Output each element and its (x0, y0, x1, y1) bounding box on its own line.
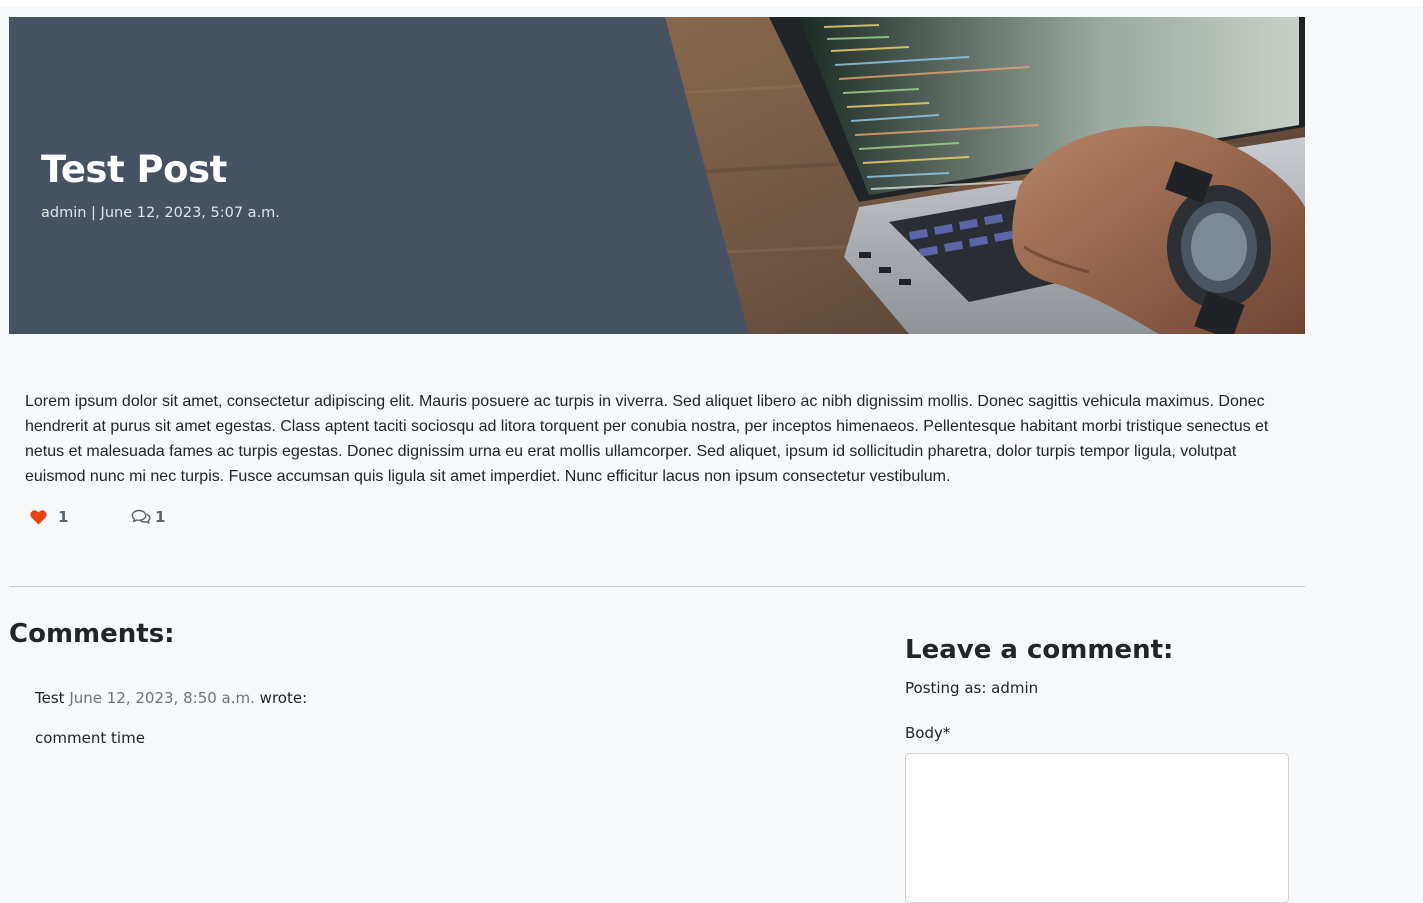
post-header: Test Post admin | June 12, 2023, 5:07 a.… (9, 17, 1305, 334)
comment-header: Test June 12, 2023, 8:50 a.m. wrote: (35, 689, 307, 707)
body-label: Body* (905, 724, 951, 742)
post-actions: 1 1 (30, 506, 165, 528)
heart-icon (30, 509, 47, 524)
comments-icon (131, 509, 151, 524)
comment-date: June 12, 2023, 8:50 a.m. (69, 689, 255, 707)
post-body: Lorem ipsum dolor sit amet, consectetur … (25, 393, 1269, 485)
like-count: 1 (58, 508, 69, 526)
comment-body-input[interactable] (905, 753, 1289, 903)
comment-count: 1 (155, 508, 166, 526)
post-title: Test Post (41, 148, 227, 191)
comments-heading: Comments: (9, 619, 175, 649)
comment-count-link[interactable]: 1 (131, 506, 165, 528)
leave-comment-heading: Leave a comment: (905, 635, 1174, 665)
posting-as-text: Posting as: admin (905, 679, 1039, 697)
comment-wrote: wrote: (259, 689, 308, 707)
post-meta: admin | June 12, 2023, 5:07 a.m. (41, 205, 280, 221)
section-divider (9, 586, 1305, 587)
comment-body: comment time (35, 729, 145, 747)
comment-author: Test (35, 689, 65, 707)
like-button[interactable]: 1 (30, 508, 68, 526)
top-strip (0, 0, 1423, 7)
